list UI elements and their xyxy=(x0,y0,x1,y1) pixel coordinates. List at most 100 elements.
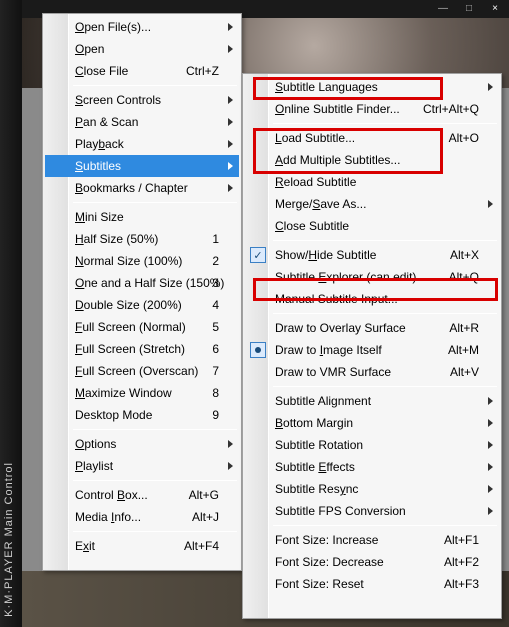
menu-item-label: Draw to VMR Surface xyxy=(275,365,391,379)
separator xyxy=(73,480,237,481)
submenu-subtitles[interactable]: Subtitle LanguagesOnline Subtitle Finder… xyxy=(242,73,502,619)
main-menu-item[interactable]: Media Info... Alt+J xyxy=(45,506,239,528)
menu-item-label: Mini Size xyxy=(75,210,124,224)
subtitles-menu-item[interactable]: Close Subtitle xyxy=(245,215,499,237)
subtitles-menu-item[interactable]: Font Size: IncreaseAlt+F1 xyxy=(245,529,499,551)
shortcut-label: 4 xyxy=(212,298,219,312)
shortcut-label: Alt+V xyxy=(450,365,479,379)
shortcut-label: 2 xyxy=(212,254,219,268)
subtitles-menu-item[interactable]: Online Subtitle Finder...Ctrl+Alt+Q xyxy=(245,98,499,120)
subtitles-menu-item[interactable]: Subtitle Explorer (can edit)... Alt+Q xyxy=(245,266,499,288)
subtitles-menu-item[interactable]: Add Multiple Subtitles... xyxy=(245,149,499,171)
menu-item-label: Control Box... xyxy=(75,488,148,502)
maximize-icon[interactable]: □ xyxy=(457,2,481,16)
subtitles-menu-item[interactable]: ✓Show/Hide SubtitleAlt+X xyxy=(245,244,499,266)
menu-item-label: Draw to Image Itself xyxy=(275,343,382,357)
context-menu-main[interactable]: Open File(s)... Open Close FileCtrl+Z Scree… xyxy=(42,13,242,571)
menu-item-label: Half Size (50%) xyxy=(75,232,158,246)
menu-item-label: Font Size: Decrease xyxy=(275,555,384,569)
subtitles-menu-item[interactable]: Subtitle Languages xyxy=(245,76,499,98)
subtitles-menu-item[interactable]: Draw to VMR Surface Alt+V xyxy=(245,361,499,383)
main-menu-item[interactable]: Normal Size (100%) 2 xyxy=(45,250,239,272)
subtitles-menu-item[interactable]: Subtitle Alignment xyxy=(245,390,499,412)
main-menu-item[interactable]: Screen Controls xyxy=(45,89,239,111)
menu-item-label: Desktop Mode xyxy=(75,408,152,422)
main-menu-item[interactable]: Close FileCtrl+Z xyxy=(45,60,239,82)
subtitles-menu-item[interactable]: Font Size: ResetAlt+F3 xyxy=(245,573,499,595)
subtitles-menu-item[interactable]: Subtitle Resync xyxy=(245,478,499,500)
main-menu-item[interactable]: Playback xyxy=(45,133,239,155)
chevron-right-icon xyxy=(228,45,233,53)
main-menu-item[interactable]: Bookmarks / Chapter xyxy=(45,177,239,199)
app-title: K·M·PLAYER Main Control xyxy=(3,462,15,617)
close-icon[interactable]: × xyxy=(483,2,507,16)
shortcut-label: 5 xyxy=(212,320,219,334)
shortcut-label: 6 xyxy=(212,342,219,356)
subtitles-menu-item[interactable]: Reload Subtitle xyxy=(245,171,499,193)
subtitles-menu-item[interactable]: Load Subtitle...Alt+O xyxy=(245,127,499,149)
menu-item-label: Open File(s)... xyxy=(75,20,151,34)
subtitles-menu-item[interactable]: Bottom Margin xyxy=(245,412,499,434)
main-menu-item[interactable]: Control Box...Alt+G xyxy=(45,484,239,506)
menu-item-label: Maximize Window xyxy=(75,386,172,400)
menu-item-label: Exit xyxy=(75,539,95,553)
main-menu-item[interactable]: Double Size (200%)4 xyxy=(45,294,239,316)
main-menu-item[interactable]: Mini Size xyxy=(45,206,239,228)
separator xyxy=(73,202,237,203)
minimize-icon[interactable]: — xyxy=(431,2,455,16)
subtitles-menu-item[interactable]: Draw to Image ItselfAlt+M xyxy=(245,339,499,361)
main-menu-item[interactable]: Full Screen (Stretch) 6 xyxy=(45,338,239,360)
menu-item-label: Open xyxy=(75,42,104,56)
main-menu-item[interactable]: Desktop Mode9 xyxy=(45,404,239,426)
main-menu-item[interactable]: ExitAlt+F4 xyxy=(45,535,239,557)
subtitles-menu-item[interactable]: Subtitle Rotation xyxy=(245,434,499,456)
menu-item-label: Subtitle Explorer (can edit)... xyxy=(275,270,426,284)
menu-item-label: Normal Size (100%) xyxy=(75,254,182,268)
chevron-right-icon xyxy=(228,23,233,31)
menu-item-label: Manual Subtitle Input... xyxy=(275,292,398,306)
menu-item-label: Close Subtitle xyxy=(275,219,349,233)
separator xyxy=(273,123,497,124)
main-menu-item[interactable]: Maximize Window8 xyxy=(45,382,239,404)
menu-item-label: Close File xyxy=(75,64,128,78)
menu-item-label: Subtitles xyxy=(75,159,121,173)
chevron-right-icon xyxy=(488,485,493,493)
subtitles-menu-item[interactable]: Manual Subtitle Input... xyxy=(245,288,499,310)
shortcut-label: 7 xyxy=(212,364,219,378)
subtitles-menu-item[interactable]: Draw to Overlay SurfaceAlt+R xyxy=(245,317,499,339)
check-icon: ✓ xyxy=(250,247,266,263)
shortcut-label: Alt+F1 xyxy=(444,533,479,547)
menu-item-label: Bookmarks / Chapter xyxy=(75,181,188,195)
subtitles-menu-item[interactable]: Font Size: DecreaseAlt+F2 xyxy=(245,551,499,573)
main-menu-item[interactable]: One and a Half Size (150%)3 xyxy=(45,272,239,294)
main-menu-item[interactable]: Open File(s)... xyxy=(45,16,239,38)
main-menu-item[interactable]: Pan & Scan xyxy=(45,111,239,133)
main-menu-item[interactable]: Full Screen (Overscan)7 xyxy=(45,360,239,382)
menu-item-label: Playback xyxy=(75,137,124,151)
chevron-right-icon xyxy=(228,162,233,170)
subtitles-menu-item[interactable]: Subtitle FPS Conversion xyxy=(245,500,499,522)
menu-item-label: Add Multiple Subtitles... xyxy=(275,153,400,167)
shortcut-label: Alt+Q xyxy=(449,270,479,284)
main-menu-item[interactable]: Playlist xyxy=(45,455,239,477)
menu-item-label: Subtitle Rotation xyxy=(275,438,363,452)
subtitles-menu-item[interactable]: Subtitle Effects xyxy=(245,456,499,478)
radio-icon xyxy=(250,342,266,358)
main-menu-item[interactable]: Full Screen (Normal)5 xyxy=(45,316,239,338)
separator xyxy=(273,525,497,526)
chevron-right-icon xyxy=(228,440,233,448)
main-menu-item[interactable]: Open xyxy=(45,38,239,60)
subtitles-menu-item[interactable]: Merge/Save As... xyxy=(245,193,499,215)
main-menu-item[interactable]: Options xyxy=(45,433,239,455)
menu-item-label: One and a Half Size (150%) xyxy=(75,276,224,290)
chevron-right-icon xyxy=(228,184,233,192)
main-menu-item[interactable]: Half Size (50%)1 xyxy=(45,228,239,250)
main-menu-item[interactable]: Subtitles xyxy=(45,155,239,177)
shortcut-label: Ctrl+Alt+Q xyxy=(423,102,479,116)
menu-item-label: Bottom Margin xyxy=(275,416,353,430)
menu-item-label: Media Info... xyxy=(75,510,141,524)
menu-item-label: Merge/Save As... xyxy=(275,197,366,211)
menu-item-label: Full Screen (Stretch) xyxy=(75,342,185,356)
shortcut-label: Alt+J xyxy=(192,510,219,524)
menu-item-label: Subtitle FPS Conversion xyxy=(275,504,406,518)
